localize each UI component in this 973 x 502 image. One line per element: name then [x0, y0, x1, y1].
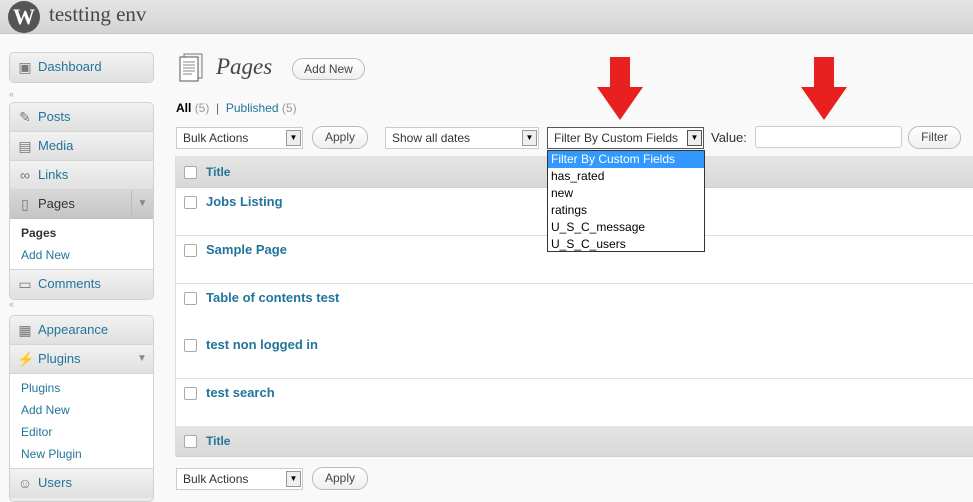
menu-label-plugins: Plugins: [38, 351, 81, 366]
row-title-link[interactable]: test non logged in: [206, 337, 318, 352]
submenu-item-pages[interactable]: Pages: [10, 222, 153, 244]
menu-label-users: Users: [38, 475, 72, 490]
menu-label-posts: Posts: [38, 109, 71, 124]
submenu-item-new-plugin[interactable]: New Plugin: [10, 443, 153, 465]
menu-item-dashboard[interactable]: ▣ Dashboard: [10, 53, 153, 82]
pages-icon: [179, 53, 203, 82]
menu-label-media: Media: [38, 138, 74, 153]
row-title-link[interactable]: test search: [206, 385, 275, 400]
wordpress-logo-icon: W: [8, 1, 40, 33]
dashboard-icon: ▣: [18, 59, 32, 75]
filter-published-link[interactable]: Published: [226, 101, 279, 115]
apply-button-bottom[interactable]: Apply: [312, 467, 368, 490]
bulk-actions-value: Bulk Actions: [183, 131, 249, 145]
dropdown-option[interactable]: has_rated: [548, 168, 704, 185]
dropdown-option[interactable]: Filter By Custom Fields: [548, 151, 704, 168]
plug-icon: ⚡: [17, 351, 35, 367]
menu-group-appearance: ▦ Appearance ⚡ Plugins ▼ Plugins Add New…: [9, 315, 154, 502]
select-all-checkbox[interactable]: [184, 435, 197, 448]
row-checkbox[interactable]: [184, 196, 197, 209]
collapse-arrow-icon[interactable]: «: [9, 90, 19, 99]
menu-item-users[interactable]: ☺ Users: [10, 469, 153, 498]
page-title: Pages: [216, 54, 273, 79]
menu-item-plugins[interactable]: ⚡ Plugins ▼: [10, 345, 153, 374]
menu-item-links[interactable]: ∞ Links: [10, 161, 153, 190]
bulk-actions-select-bottom[interactable]: Bulk Actions ▼: [176, 468, 303, 490]
custom-field-filter-select[interactable]: Filter By Custom Fields ▼: [547, 127, 704, 149]
comment-bubble-icon: ▭: [18, 276, 32, 292]
media-icon: ▤: [18, 138, 32, 154]
link-icon: ∞: [20, 167, 30, 183]
filter-separator: |: [212, 101, 223, 115]
row-checkbox[interactable]: [184, 339, 197, 352]
filter-all-link[interactable]: All: [176, 101, 191, 115]
row-title-link[interactable]: Sample Page: [206, 242, 287, 257]
menu-label-links: Links: [38, 167, 69, 182]
select-all-checkbox[interactable]: [184, 166, 197, 179]
custom-field-dropdown-list: Filter By Custom Fields has_rated new ra…: [547, 150, 705, 252]
menu-label-appearance: Appearance: [38, 322, 109, 337]
apply-button[interactable]: Apply: [312, 126, 368, 149]
table-row: Table of contents test: [176, 284, 973, 332]
table-row: test non logged in: [176, 331, 973, 379]
menu-item-posts[interactable]: ✎ Posts: [10, 103, 153, 132]
menu-label-pages: Pages: [38, 196, 75, 211]
row-checkbox[interactable]: [184, 292, 197, 305]
filter-all-count: (5): [194, 101, 210, 115]
row-title-link[interactable]: Jobs Listing: [206, 194, 283, 209]
menu-item-comments[interactable]: ▭ Comments: [10, 270, 153, 299]
menu-item-appearance[interactable]: ▦ Appearance: [10, 316, 153, 345]
menu-label-dashboard: Dashboard: [38, 59, 102, 74]
row-title-link[interactable]: Table of contents test: [206, 290, 339, 305]
chevron-down-icon: ▼: [522, 130, 537, 146]
row-checkbox[interactable]: [184, 244, 197, 257]
site-title[interactable]: testting env: [49, 2, 146, 27]
submenu-item-add-new[interactable]: Add New: [10, 244, 153, 266]
bulk-actions-select[interactable]: Bulk Actions ▼: [176, 127, 303, 149]
column-footer-title[interactable]: Title: [206, 434, 230, 448]
submenu-item-plugins[interactable]: Plugins: [10, 377, 153, 399]
row-checkbox[interactable]: [184, 387, 197, 400]
dropdown-option[interactable]: U_S_C_message: [548, 219, 704, 236]
add-new-button[interactable]: Add New: [292, 58, 365, 80]
dropdown-option[interactable]: new: [548, 185, 704, 202]
value-label: Value:: [711, 130, 747, 145]
chevron-down-icon: ▼: [286, 130, 301, 146]
red-arrow-down-icon: [597, 57, 643, 120]
admin-header: W testting env: [0, 0, 973, 34]
users-icon: ☺: [17, 475, 33, 491]
menu-item-pages[interactable]: ▯ Pages ▼: [10, 190, 153, 219]
chevron-down-icon[interactable]: ▼: [131, 190, 153, 218]
submenu-item-editor[interactable]: Editor: [10, 421, 153, 443]
chevron-down-icon[interactable]: ▼: [131, 345, 153, 373]
custom-field-filter-value: Filter By Custom Fields: [554, 131, 679, 145]
appearance-icon: ▦: [18, 322, 32, 338]
dropdown-option[interactable]: U_S_C_users: [548, 236, 704, 253]
pushpin-icon: ✎: [19, 109, 31, 125]
menu-label-comments: Comments: [38, 276, 101, 291]
date-filter-value: Show all dates: [392, 131, 471, 145]
red-arrow-down-icon: [801, 57, 847, 120]
menu-group-dashboard: ▣ Dashboard: [9, 52, 154, 83]
bulk-actions-value: Bulk Actions: [183, 472, 249, 486]
table-footer: Title: [176, 426, 973, 457]
dropdown-option[interactable]: ratings: [548, 202, 704, 219]
date-filter-select[interactable]: Show all dates ▼: [385, 127, 539, 149]
plugins-submenu: Plugins Add New Editor New Plugin: [10, 374, 153, 469]
filter-published-count: (5): [281, 101, 297, 115]
value-input[interactable]: [755, 126, 902, 148]
column-header-title[interactable]: Title: [206, 165, 230, 179]
collapse-arrow-icon[interactable]: «: [9, 300, 19, 309]
status-filter-links: All (5) | Published (5): [176, 101, 297, 115]
menu-group-content: ✎ Posts ▤ Media ∞ Links ▯ Pages ▼ Pages …: [9, 102, 154, 300]
pages-icon: ▯: [21, 196, 29, 212]
menu-item-media[interactable]: ▤ Media: [10, 132, 153, 161]
submenu-item-add-new-plugin[interactable]: Add New: [10, 399, 153, 421]
table-row: test search: [176, 379, 973, 427]
chevron-down-icon: ▼: [687, 130, 702, 146]
pages-submenu: Pages Add New: [10, 219, 153, 270]
filter-button[interactable]: Filter: [908, 126, 961, 149]
chevron-down-icon: ▼: [286, 471, 301, 487]
